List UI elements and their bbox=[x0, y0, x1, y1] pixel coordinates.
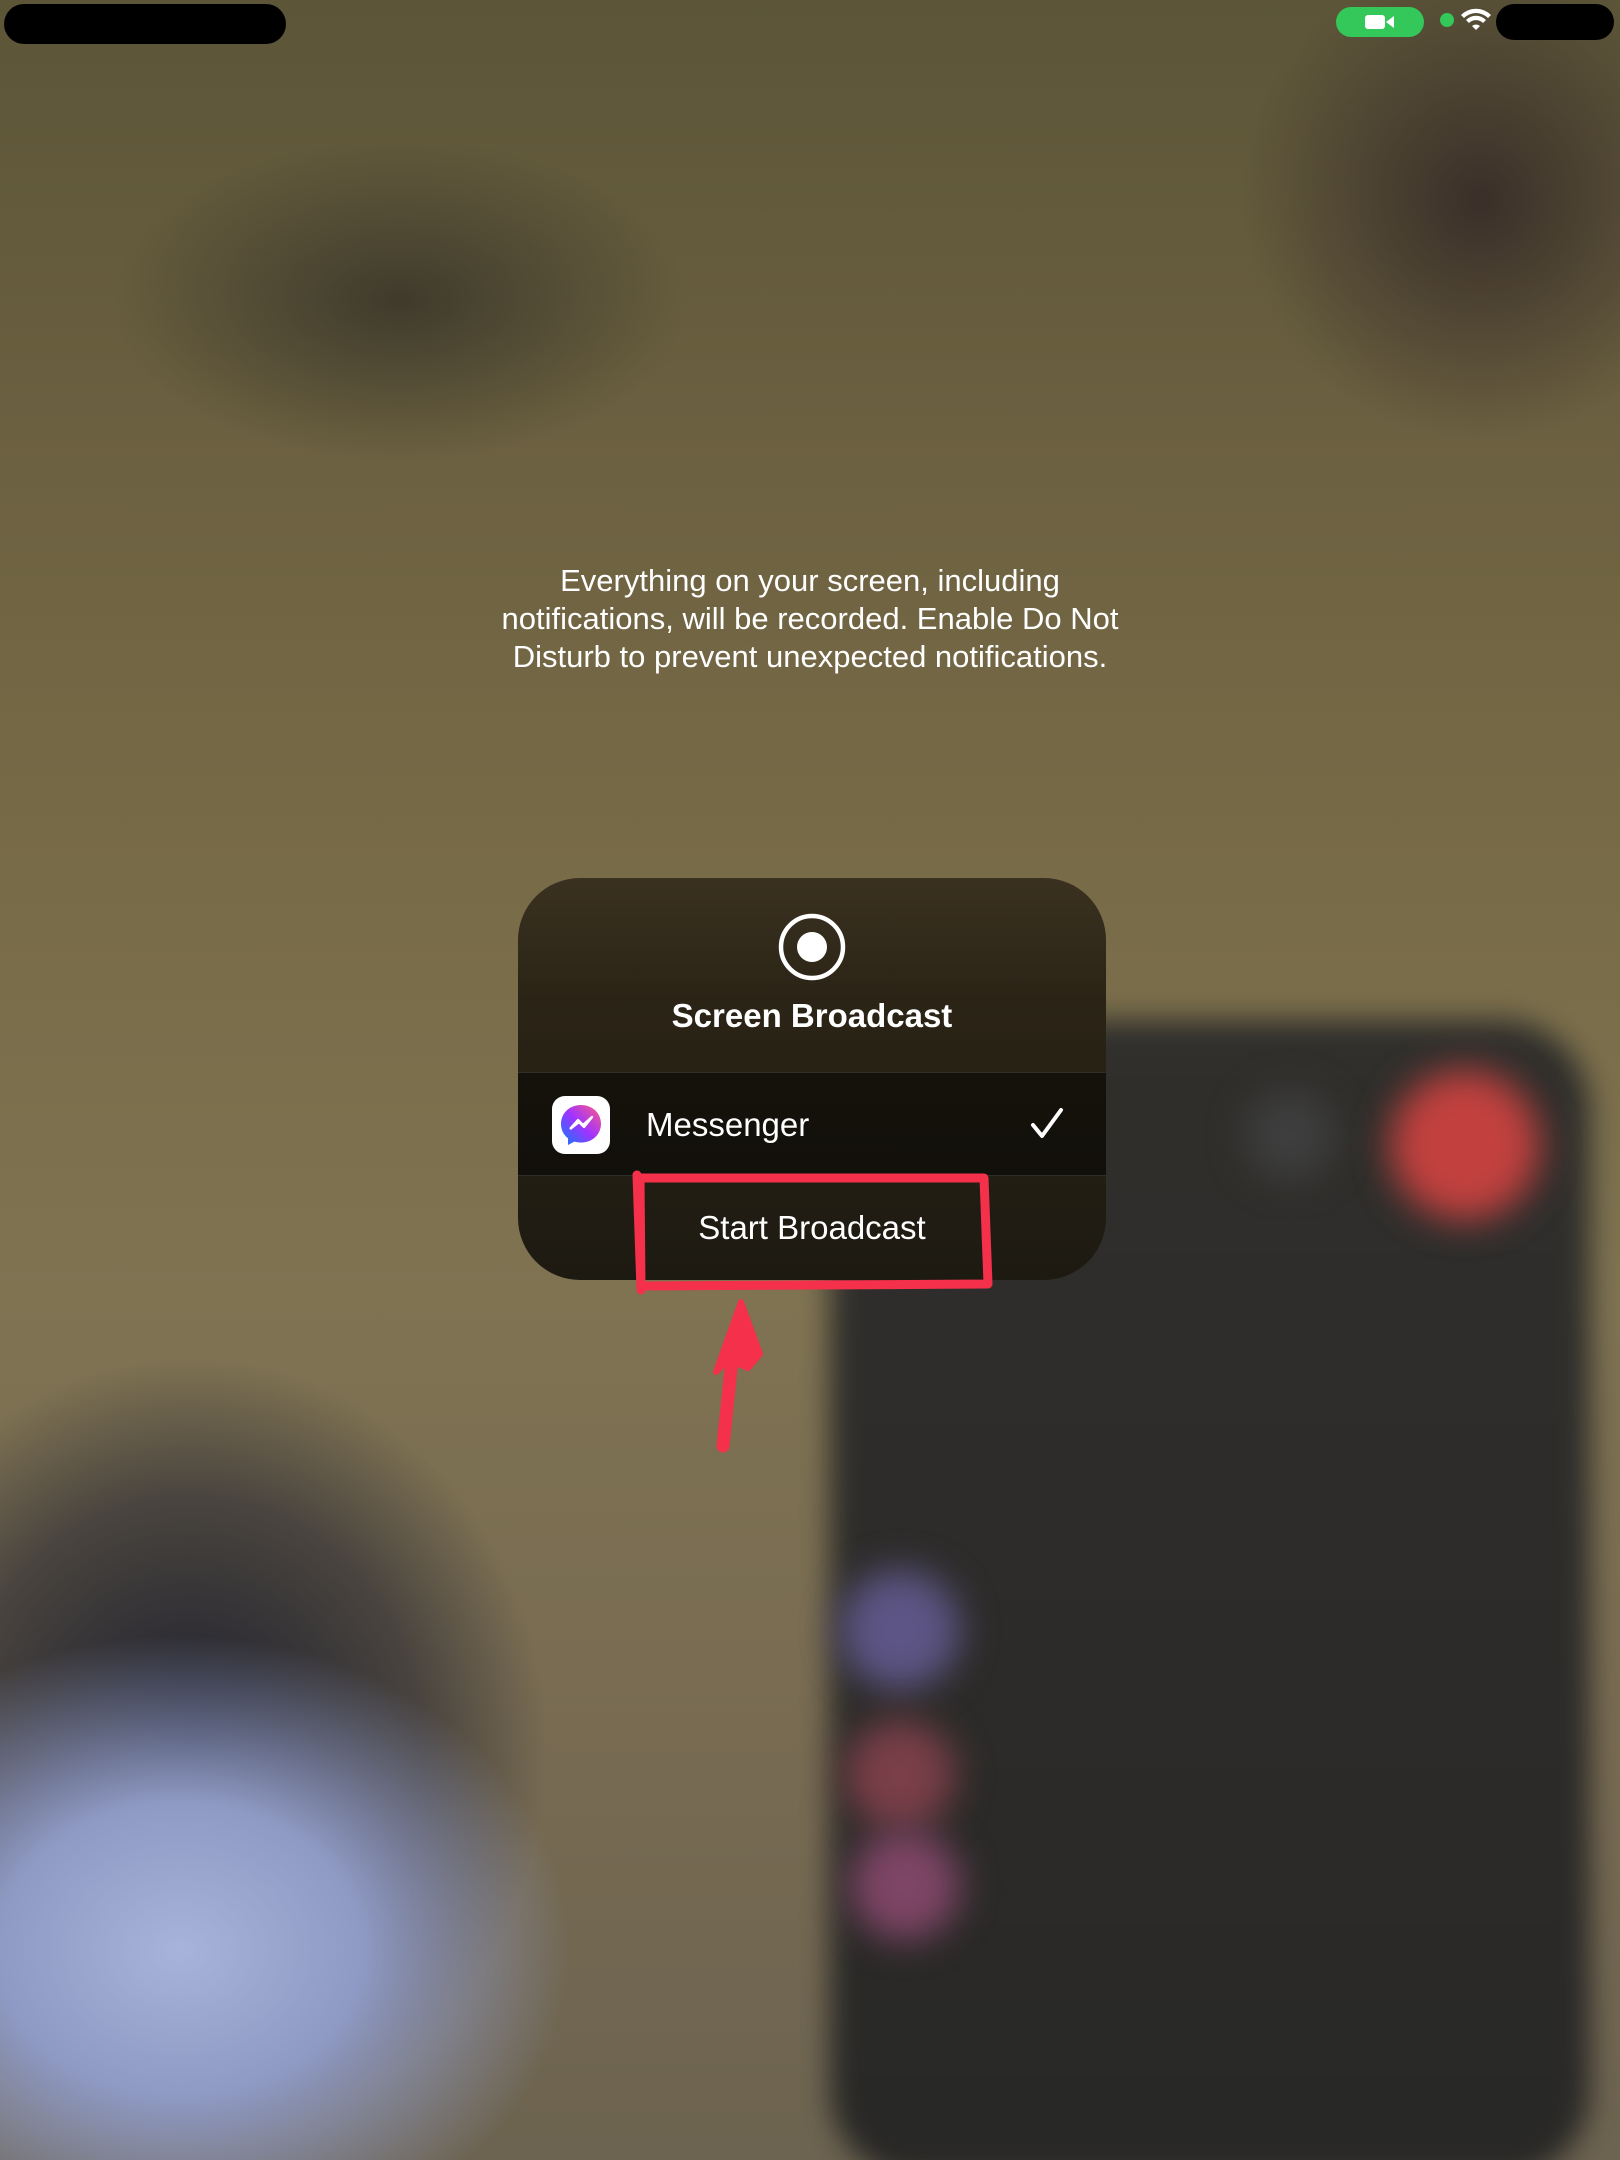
redacted-battery bbox=[1496, 4, 1614, 40]
background-blur-pink bbox=[850, 1830, 960, 1940]
status-bar bbox=[0, 0, 1620, 44]
video-camera-indicator bbox=[1336, 7, 1424, 37]
arrow-up-icon bbox=[713, 1299, 763, 1453]
background-blur-purple bbox=[840, 1570, 960, 1690]
redacted-time bbox=[4, 4, 286, 44]
background-blur-red-2 bbox=[845, 1720, 955, 1830]
messenger-icon bbox=[561, 1105, 601, 1145]
screen: Everything on your screen, including not… bbox=[0, 0, 1620, 2160]
wifi-icon bbox=[1461, 8, 1491, 30]
background-blur-red bbox=[1390, 1070, 1540, 1220]
app-option-messenger[interactable]: Messenger bbox=[518, 1072, 1106, 1176]
start-broadcast-button[interactable]: Start Broadcast bbox=[518, 1176, 1106, 1280]
app-option-label: Messenger bbox=[646, 1106, 810, 1143]
dialog-header: Screen Broadcast bbox=[518, 878, 1106, 1072]
record-icon bbox=[778, 913, 846, 981]
dialog-title: Screen Broadcast bbox=[671, 997, 953, 1034]
video-camera-icon bbox=[1365, 15, 1394, 29]
messenger-app-icon-tile bbox=[552, 1096, 610, 1154]
screen-broadcast-dialog: Screen Broadcast Messenger Start Broadca… bbox=[518, 878, 1106, 1280]
recording-notice: Everything on your screen, including not… bbox=[501, 563, 1119, 674]
checkmark-icon bbox=[1031, 1108, 1063, 1138]
camera-in-use-dot bbox=[1440, 13, 1454, 27]
background-blur-grey bbox=[1245, 1090, 1335, 1180]
